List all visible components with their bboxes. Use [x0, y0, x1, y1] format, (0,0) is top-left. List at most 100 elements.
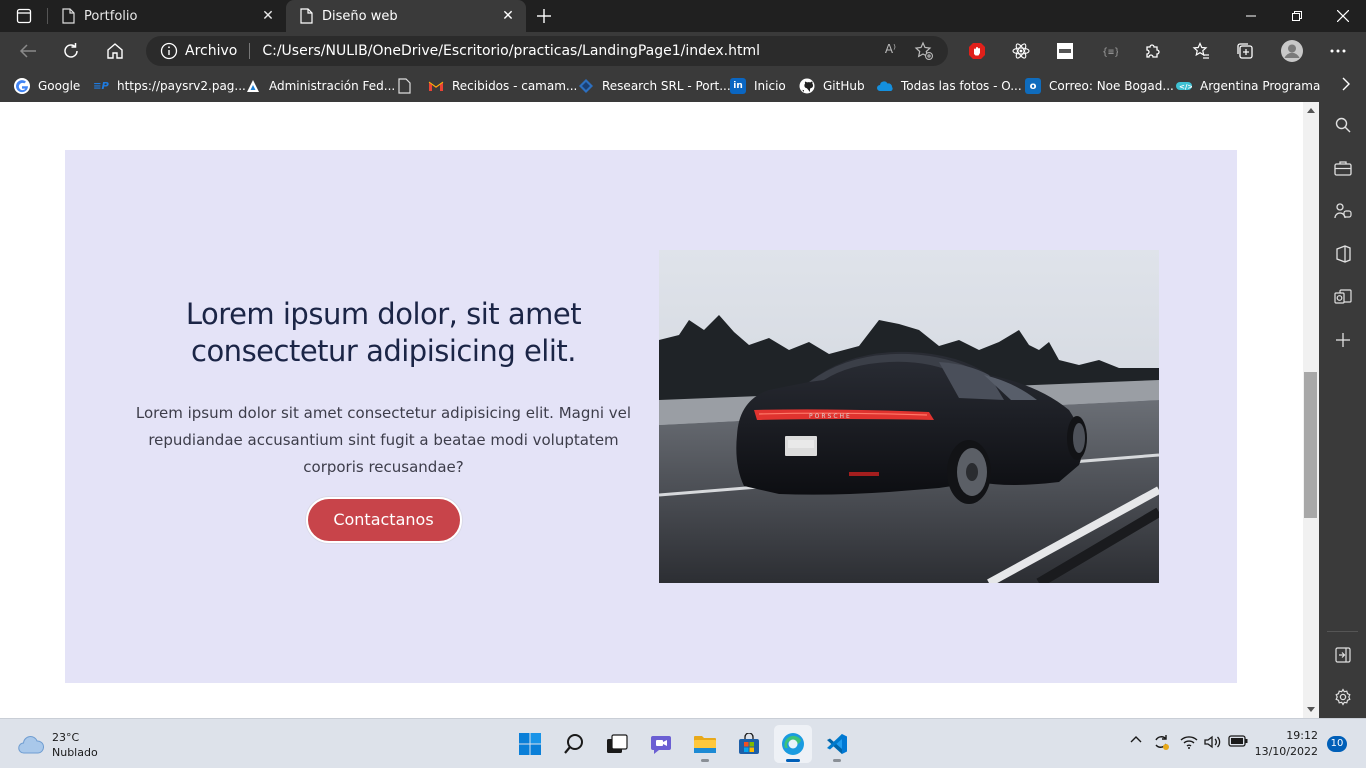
close-window-button[interactable]	[1320, 0, 1366, 32]
gmail-icon	[428, 78, 444, 94]
bookmark-onedrive[interactable]: Todas las fotos - O...	[877, 76, 1022, 96]
vscode-button[interactable]	[818, 725, 856, 763]
show-hidden-icons-button[interactable]	[1130, 735, 1142, 743]
edge-taskbar-button[interactable]	[774, 725, 812, 763]
clock-date: 13/10/2022	[1254, 745, 1318, 758]
bookmark-outlook[interactable]: o Correo: Noe Bogad...	[1025, 76, 1174, 96]
scroll-down-icon[interactable]	[1307, 707, 1315, 712]
close-tab-icon[interactable]: ✕	[496, 4, 520, 28]
weather-temperature: 23°C	[52, 731, 80, 744]
volume-tray-icon[interactable]	[1204, 735, 1222, 749]
address-bar[interactable]: Archivo C:/Users/NULIB/OneDrive/Escritor…	[146, 36, 948, 66]
windows-icon	[519, 733, 541, 755]
wifi-icon	[1180, 736, 1198, 749]
more-options-button[interactable]	[1324, 37, 1352, 65]
page-icon	[60, 8, 76, 24]
page-icon	[396, 78, 412, 94]
running-indicator	[786, 759, 800, 762]
network-tray-icon[interactable]	[1180, 735, 1198, 749]
sidebar-office-button[interactable]	[1330, 241, 1356, 267]
tab-strip: Portfolio ✕ Diseño web ✕	[0, 0, 1366, 32]
favorites-button[interactable]	[1187, 37, 1215, 65]
task-view-button[interactable]	[598, 725, 636, 763]
scrollbar-thumb[interactable]	[1304, 372, 1317, 518]
url-text[interactable]: C:/Users/NULIB/OneDrive/Escritorio/pract…	[262, 43, 760, 59]
svg-text:</>: </>	[1179, 83, 1192, 91]
taskbar-search-button[interactable]	[555, 725, 593, 763]
collections-icon	[1237, 43, 1253, 59]
react-devtools-icon	[1012, 43, 1030, 59]
svg-text:PORSCHE: PORSCHE	[809, 413, 852, 420]
scroll-up-icon[interactable]	[1307, 108, 1315, 113]
info-icon[interactable]	[160, 42, 178, 60]
bookmark-gmail[interactable]: Recibidos - camam...	[428, 76, 577, 96]
sidebar-hide-button[interactable]	[1330, 642, 1356, 668]
tab-actions-button[interactable]	[8, 4, 40, 28]
outlook-icon	[1334, 289, 1352, 304]
adblock-icon	[969, 43, 985, 59]
bookmark-linkedin[interactable]: in Inicio	[730, 76, 786, 96]
sidebar-search-button[interactable]	[1330, 112, 1356, 138]
bookmark-page[interactable]	[396, 76, 420, 96]
bookmark-google[interactable]: Google	[14, 76, 80, 96]
back-button[interactable]	[14, 37, 42, 65]
tab-portfolio[interactable]: Portfolio ✕	[48, 0, 286, 32]
new-tab-button[interactable]	[532, 4, 556, 28]
extension-button[interactable]: {≡}	[1095, 37, 1123, 65]
close-tab-icon[interactable]: ✕	[256, 4, 280, 28]
extension-button[interactable]	[1051, 37, 1079, 65]
weather-widget[interactable]: 23°C Nublado	[18, 730, 98, 760]
profile-button[interactable]	[1278, 37, 1306, 65]
bookmark-pago[interactable]: ≡P https://paysrv2.pag...	[93, 76, 246, 96]
read-aloud-icon[interactable]: A⁾	[885, 42, 896, 56]
minimize-button[interactable]	[1228, 0, 1274, 32]
chat-icon	[651, 736, 671, 754]
search-icon	[1335, 117, 1351, 133]
afip-icon	[245, 78, 261, 94]
notification-badge[interactable]: 10	[1327, 736, 1347, 752]
hero-title: Lorem ipsum dolor, sit amet consectetur …	[185, 297, 582, 368]
weather-description: Nublado	[52, 746, 98, 759]
vertical-scrollbar[interactable]	[1303, 102, 1319, 718]
search-icon	[564, 734, 583, 754]
extension-button[interactable]	[1007, 37, 1035, 65]
plus-icon	[1336, 333, 1350, 347]
collections-button[interactable]	[1231, 37, 1259, 65]
bookmark-afip[interactable]: Administración Fed...	[245, 76, 395, 96]
teams-chat-button[interactable]	[642, 725, 680, 763]
favorites-bar: Google ≡P https://paysrv2.pag... Adminis…	[0, 70, 1366, 102]
site-info-label[interactable]: Archivo	[185, 43, 237, 59]
bookmark-research[interactable]: Research SRL - Port...	[578, 76, 731, 96]
store-icon	[739, 733, 759, 754]
clock-time: 19:12	[1286, 729, 1318, 742]
back-arrow-icon	[19, 44, 36, 58]
chevron-right-icon[interactable]	[1342, 76, 1350, 95]
home-button[interactable]	[101, 37, 129, 65]
start-button[interactable]	[511, 725, 549, 763]
microsoft-store-button[interactable]	[730, 725, 768, 763]
sidebar-outlook-button[interactable]	[1330, 284, 1356, 310]
contact-button[interactable]: Contactanos	[305, 497, 462, 543]
sidebar-settings-button[interactable]	[1330, 684, 1356, 710]
bookmark-label: Recibidos - camam...	[452, 79, 578, 93]
battery-tray-icon[interactable]	[1228, 735, 1248, 747]
restore-button[interactable]	[1274, 0, 1320, 32]
bookmark-github[interactable]: GitHub	[799, 76, 865, 96]
file-explorer-button[interactable]	[686, 725, 724, 763]
sidebar-games-button[interactable]	[1330, 198, 1356, 224]
browser-toolbar: Archivo C:/Users/NULIB/OneDrive/Escritor…	[0, 32, 1366, 70]
bookmark-argentina-programa[interactable]: </> Argentina Programa	[1176, 76, 1320, 96]
outlook-icon: o	[1025, 78, 1041, 94]
system-clock[interactable]: 19:12 13/10/2022	[1252, 728, 1318, 760]
extension-button[interactable]	[963, 37, 991, 65]
restore-icon	[1292, 11, 1302, 21]
refresh-button[interactable]	[57, 37, 85, 65]
sidebar-add-button[interactable]	[1330, 327, 1356, 353]
sidebar-tools-button[interactable]	[1330, 155, 1356, 181]
extensions-button[interactable]	[1139, 37, 1167, 65]
sync-tray-icon[interactable]	[1152, 733, 1170, 751]
car-photo: PORSCHE	[659, 250, 1159, 583]
tab-diseno-web[interactable]: Diseño web ✕	[286, 0, 526, 32]
add-favorite-icon[interactable]	[914, 41, 934, 65]
edge-icon	[782, 733, 804, 755]
